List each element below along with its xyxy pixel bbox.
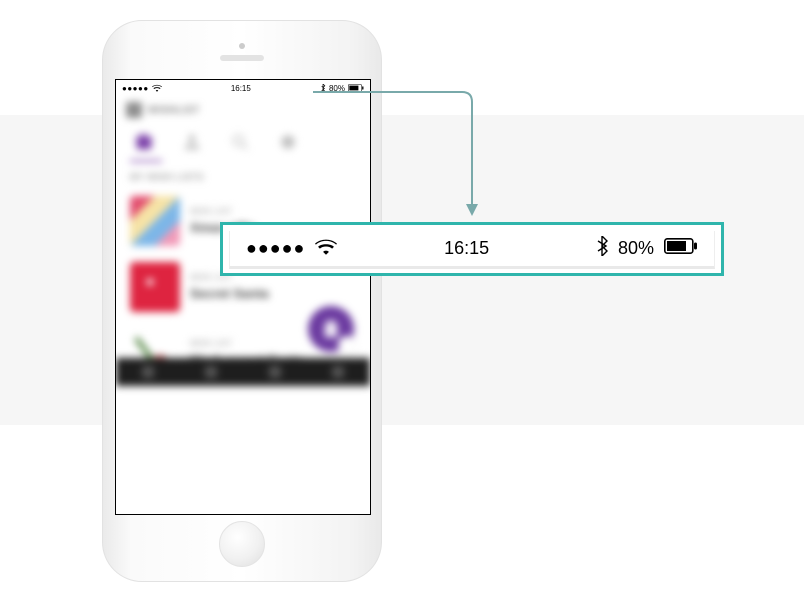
app-logo-square — [126, 102, 142, 118]
nav-icon[interactable] — [142, 366, 154, 378]
list-title: Secret Santa — [190, 286, 269, 301]
bottom-nav — [116, 358, 370, 386]
bluetooth-icon — [596, 236, 608, 261]
list-thumb — [130, 196, 180, 246]
nav-icon[interactable] — [269, 366, 281, 378]
tab-people[interactable] — [178, 128, 206, 156]
list-thumb — [130, 262, 180, 312]
tab-settings[interactable] — [274, 128, 302, 156]
bluetooth-icon — [320, 84, 326, 93]
home-button[interactable] — [219, 521, 265, 567]
list-supertitle: New list — [190, 339, 303, 348]
phone-screen: ●●●●● 16:15 80% — [115, 79, 371, 515]
signal-dots-icon: ●●●●● — [246, 238, 305, 259]
status-time: 16:15 — [231, 84, 251, 93]
battery-icon — [348, 84, 364, 92]
wifi-icon — [152, 84, 162, 92]
section-label: MY WISH LISTS — [116, 162, 370, 188]
status-bar-callout: ●●●●● 16:15 80% — [220, 222, 724, 276]
app-title: WISHLIST — [148, 105, 200, 116]
tab-search[interactable] — [226, 128, 254, 156]
list-supertitle: New list — [190, 207, 256, 216]
nav-icon[interactable] — [332, 366, 344, 378]
phone-mockup: ●●●●● 16:15 80% — [102, 20, 382, 582]
tab-bar — [116, 124, 370, 156]
battery-icon — [664, 238, 698, 259]
battery-pct: 80% — [618, 238, 654, 259]
plus-icon: + — [339, 337, 355, 353]
app-header: WISHLIST — [116, 96, 370, 124]
status-bar-small: ●●●●● 16:15 80% — [116, 80, 370, 96]
phone-speaker — [220, 55, 264, 61]
battery-pct: 80% — [329, 84, 345, 93]
nav-icon[interactable] — [205, 366, 217, 378]
phone-camera-dot — [239, 43, 245, 49]
fab-add-list[interactable]: + — [308, 306, 354, 352]
signal-dots-icon: ●●●●● — [122, 84, 149, 93]
wifi-icon — [315, 238, 337, 260]
tab-gift[interactable] — [130, 128, 158, 156]
status-time: 16:15 — [444, 238, 489, 259]
